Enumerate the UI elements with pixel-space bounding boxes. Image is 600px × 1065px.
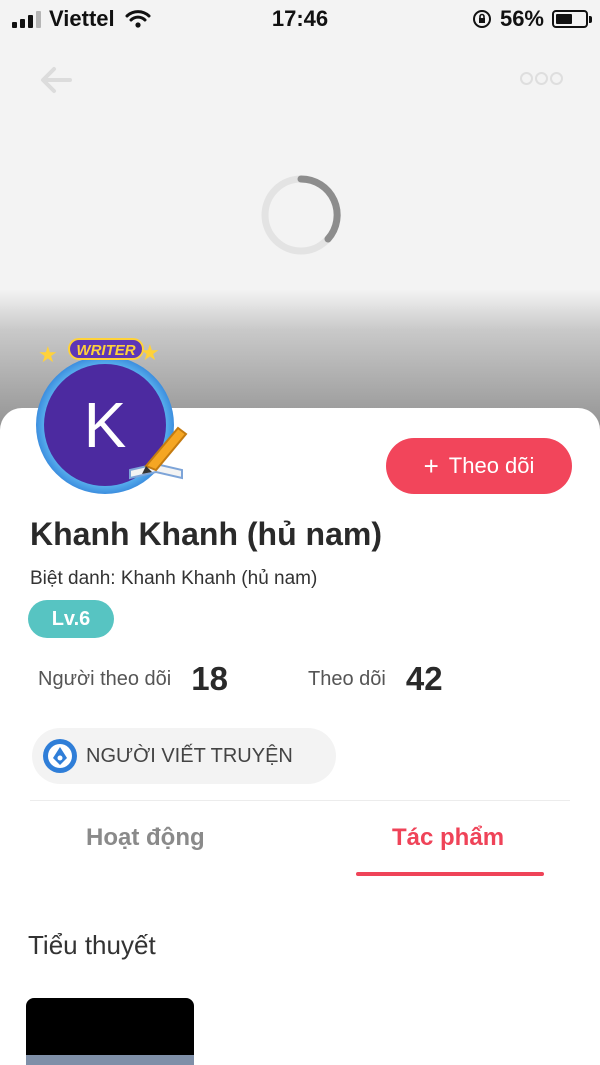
following-stat[interactable]: Theo dõi 42: [308, 660, 443, 698]
followers-stat[interactable]: Người theo dõi 18: [38, 660, 228, 698]
role-chip[interactable]: NGƯỜI VIẾT TRUYỆN: [32, 728, 336, 784]
battery-icon: [552, 10, 592, 28]
followers-label: Người theo dõi: [38, 667, 172, 690]
plus-icon: +: [423, 451, 439, 481]
following-label: Theo dõi: [308, 667, 386, 690]
more-dots-icon[interactable]: [520, 66, 568, 90]
follow-button-label: Theo dõi: [448, 453, 535, 478]
followers-count: 18: [191, 660, 228, 697]
nickname: Biệt danh: Khanh Khanh (hủ nam): [30, 568, 317, 590]
role-label: NGƯỜI VIẾT TRUYỆN: [86, 744, 293, 767]
tab-activity[interactable]: Hoạt động: [86, 824, 205, 852]
back-arrow-icon[interactable]: [36, 60, 76, 100]
writer-role-icon: [43, 739, 77, 773]
star-icon: ★: [38, 342, 58, 367]
level-badge: Lv.6: [28, 600, 114, 638]
nickname-label: Biệt danh:: [30, 568, 116, 589]
orientation-lock-icon: [472, 10, 491, 28]
loading-spinner-icon: [261, 175, 341, 255]
nickname-value: Khanh Khanh (hủ nam): [120, 568, 318, 589]
status-bar: Viettel 17:46 56%: [0, 0, 600, 40]
fountain-pen-icon: [129, 426, 188, 480]
follow-button[interactable]: + Theo dõi: [386, 438, 572, 494]
star-icon: ★: [140, 340, 160, 365]
writer-badge: WRITER: [68, 338, 144, 360]
tab-works[interactable]: Tác phẩm: [392, 824, 504, 852]
avatar-frame[interactable]: K WRITER ★ ★: [22, 336, 188, 494]
battery-percent: 56%: [499, 6, 544, 31]
profile-name: Khanh Khanh (hủ nam): [30, 516, 382, 552]
active-tab-indicator: [356, 872, 544, 876]
following-count: 42: [405, 660, 443, 697]
section-title: Tiểu thuyết: [28, 930, 156, 960]
novel-cover[interactable]: [26, 998, 194, 1065]
divider: [30, 800, 570, 801]
